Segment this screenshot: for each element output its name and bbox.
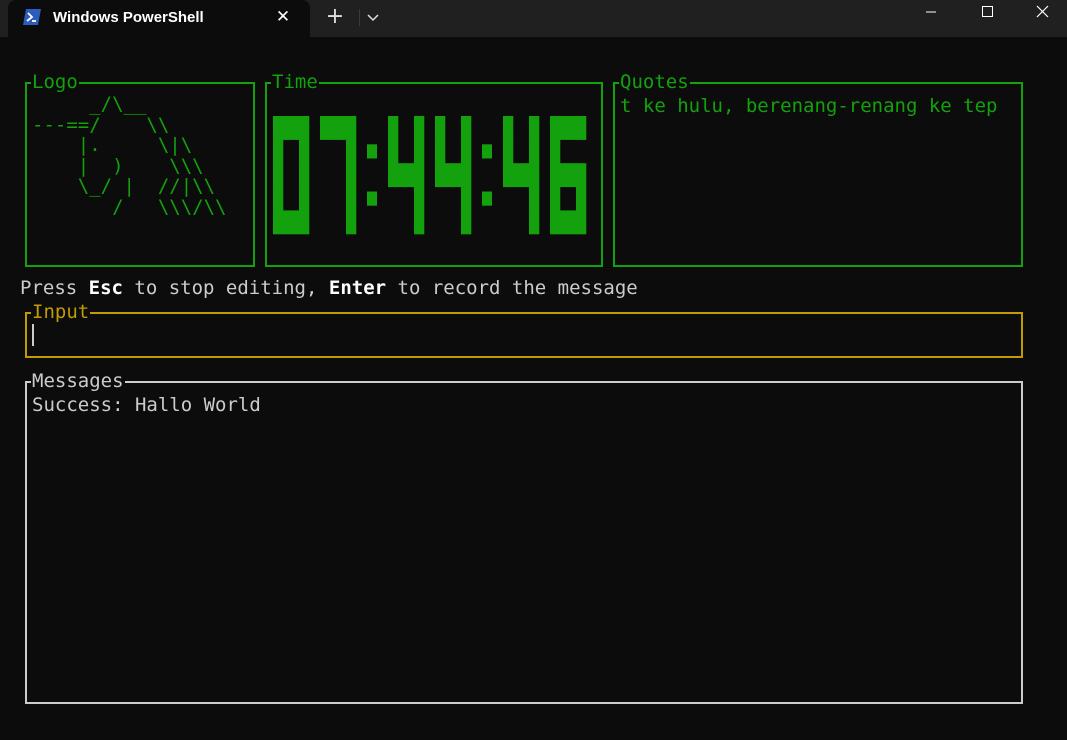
quotes-panel-title: Quotes	[619, 71, 690, 93]
clock-digit-segment	[576, 210, 587, 235]
clock-digit-segment	[550, 139, 561, 164]
clock-digit-segment	[414, 186, 425, 211]
clock-digit-segment	[576, 163, 587, 188]
clock-digit-segment	[346, 116, 357, 140]
tab-title: Windows PowerShell	[53, 9, 204, 26]
clock-digit-segment	[435, 163, 446, 188]
clock-digit-segment	[346, 210, 357, 235]
clock-digit-segment	[414, 210, 425, 235]
tab-powershell[interactable]: Windows PowerShell ✕	[8, 0, 310, 37]
clock-digit-segment	[414, 139, 425, 164]
clock-digit	[435, 116, 472, 235]
clock-digit-segment	[550, 116, 561, 140]
clock-digit-segment	[299, 139, 310, 164]
clock-digit-segment	[503, 163, 514, 188]
clock-digit-segment	[388, 139, 399, 164]
hint-text: to record the message	[386, 277, 638, 299]
messages-panel-title: Messages	[31, 370, 125, 392]
clock-digit-segment	[513, 163, 530, 188]
clock-digit	[550, 116, 587, 235]
clock-digit-segment	[299, 210, 310, 235]
clock-digit-segment	[461, 186, 472, 211]
clock-digit-segment	[414, 163, 425, 188]
logo-panel-title: Logo	[31, 71, 79, 93]
clock-digit-segment	[398, 163, 415, 188]
maximize-icon[interactable]	[960, 0, 1014, 30]
clock-digit-segment	[435, 116, 446, 140]
clock-digit-segment	[503, 116, 514, 140]
clock-digit-segment	[273, 210, 284, 235]
logo-panel: Logo _/\__ ---==/ \\ |. \|\ | ) \\\ \_/ …	[25, 72, 255, 267]
keyboard-hint: Press Esc to stop editing, Enter to reco…	[20, 277, 638, 299]
quote-text: t ke hulu, berenang-renang ke tep	[620, 96, 998, 116]
clock-digit-segment	[529, 163, 540, 188]
clock-digit-segment	[346, 163, 357, 188]
hint-text: Press	[20, 277, 89, 299]
clock-digit-segment	[320, 116, 331, 140]
clock-digit-segment	[273, 116, 284, 140]
clock-digit-segment	[550, 163, 561, 188]
clock-colon-segment	[482, 191, 492, 206]
clock-digit-segment	[576, 186, 587, 211]
powershell-icon	[23, 9, 41, 25]
clock-digit	[388, 116, 425, 235]
clock-digit-segment	[445, 163, 462, 188]
clock-digit-segment	[273, 186, 284, 211]
clock-digit-segment	[299, 186, 310, 211]
clock-digit-segment	[299, 163, 310, 188]
clock-colon-segment	[367, 144, 377, 159]
clock-digit-segment	[529, 210, 540, 235]
clock-colon-segment	[367, 191, 377, 206]
clock-digit-segment	[550, 210, 561, 235]
clock-digit-segment	[414, 116, 425, 140]
clock-colon-segment	[482, 144, 492, 159]
input-panel[interactable]: Input	[25, 302, 1023, 358]
clock-digit-segment	[273, 139, 284, 164]
clock-digit-segment	[273, 163, 284, 188]
close-icon[interactable]: ✕	[272, 6, 294, 28]
clock-digit-segment	[435, 139, 446, 164]
clock-digit-segment	[576, 116, 587, 140]
clock-digit	[273, 116, 310, 235]
key-esc: Esc	[88, 277, 123, 299]
clock-digit-segment	[330, 116, 347, 140]
quotes-panel: Quotes t ke hulu, berenang-renang ke tep	[613, 72, 1023, 267]
tab-separator	[359, 9, 360, 26]
time-panel: Time	[265, 72, 603, 267]
input-panel-title: Input	[31, 301, 91, 323]
clock-digit-segment	[346, 186, 357, 211]
messages-panel: Messages Success: Hallo World	[25, 371, 1023, 704]
clock-digit-segment	[461, 163, 472, 188]
clock-digit-segment	[346, 139, 357, 164]
minimize-icon[interactable]	[904, 0, 958, 30]
clock-digit-segment	[388, 163, 399, 188]
message-line: Success: Hallo World	[32, 394, 261, 416]
clock-digit-segment	[529, 139, 540, 164]
clock-digit-segment	[560, 163, 577, 188]
clock-digit-segment	[461, 139, 472, 164]
clock-digit-segment	[299, 116, 310, 140]
clock-digit-segment	[560, 210, 577, 235]
clock-display	[273, 116, 587, 235]
clock-digit-segment	[283, 210, 300, 235]
clock-digit	[503, 116, 540, 235]
clock-digit-segment	[529, 116, 540, 140]
clock-digit-segment	[461, 116, 472, 140]
clock-digit	[320, 116, 357, 235]
plus-icon[interactable]: +	[322, 4, 348, 30]
clock-digit-segment	[529, 186, 540, 211]
clock-digit-segment	[283, 116, 300, 140]
ascii-logo: _/\__ ---==/ \\ |. \|\ | ) \\\ \_/ | //|…	[32, 93, 227, 218]
title-bar: Windows PowerShell ✕ +	[0, 0, 1067, 37]
clock-digit-segment	[388, 116, 399, 140]
close-icon[interactable]	[1016, 0, 1067, 30]
text-cursor	[32, 324, 34, 346]
key-enter: Enter	[328, 277, 387, 299]
hint-text: to stop editing,	[122, 277, 329, 299]
clock-digit-segment	[550, 186, 561, 211]
clock-digit-segment	[560, 116, 577, 140]
clock-digit-segment	[503, 139, 514, 164]
clock-digit-segment	[461, 210, 472, 235]
chevron-down-icon[interactable]	[364, 8, 382, 26]
